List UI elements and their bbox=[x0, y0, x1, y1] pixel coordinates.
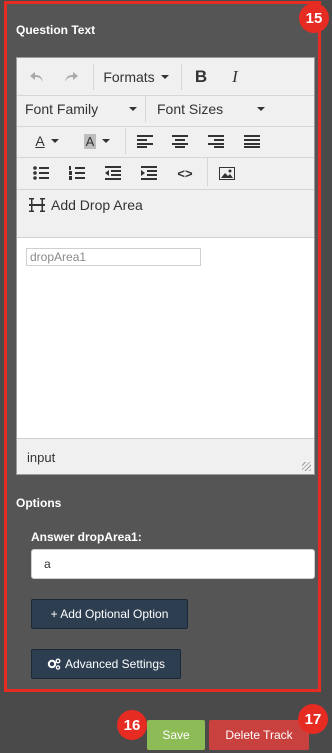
bullet-list-icon[interactable] bbox=[29, 162, 53, 184]
element-path: input bbox=[27, 450, 56, 465]
question-text-title: Question Text bbox=[16, 23, 96, 37]
chevron-down-icon bbox=[160, 75, 169, 79]
formats-dropdown[interactable]: Formats bbox=[101, 66, 171, 88]
chevron-down-icon bbox=[102, 139, 111, 143]
gears-icon bbox=[47, 658, 61, 670]
align-left-icon[interactable] bbox=[133, 130, 157, 152]
align-center-icon[interactable] bbox=[168, 130, 192, 152]
options-title: Options bbox=[16, 496, 62, 510]
font-sizes-dropdown[interactable]: Font Sizes bbox=[157, 98, 265, 120]
font-color-icon: A bbox=[35, 133, 45, 149]
answer-input[interactable]: a bbox=[31, 549, 315, 579]
code-icon[interactable]: <> bbox=[173, 162, 197, 184]
chevron-down-icon bbox=[129, 107, 137, 111]
editor-statusbar: input bbox=[17, 438, 314, 474]
numbered-list-icon[interactable] bbox=[65, 162, 89, 184]
font-color-button[interactable]: A bbox=[27, 130, 67, 152]
align-right-icon[interactable] bbox=[204, 130, 228, 152]
chevron-down-icon bbox=[257, 107, 265, 111]
callout-badge-17: 17 bbox=[298, 704, 328, 734]
undo-icon[interactable] bbox=[25, 66, 49, 88]
save-button[interactable]: Save bbox=[147, 720, 205, 750]
formats-label: Formats bbox=[103, 69, 155, 85]
resize-handle-icon[interactable] bbox=[302, 462, 311, 471]
indent-icon[interactable] bbox=[137, 162, 161, 184]
background-color-button[interactable]: A bbox=[77, 130, 117, 152]
editor-toolbar: Formats B I Font Family Font Sizes A A <… bbox=[17, 58, 314, 238]
redo-icon[interactable] bbox=[59, 66, 83, 88]
font-sizes-label: Font Sizes bbox=[157, 101, 224, 117]
align-justify-icon[interactable] bbox=[240, 130, 264, 152]
add-drop-area-label: Add Drop Area bbox=[51, 197, 143, 213]
answer-label: Answer dropArea1: bbox=[31, 530, 142, 544]
drop-area-field[interactable]: dropArea1 bbox=[26, 248, 201, 266]
callout-badge-16: 16 bbox=[117, 710, 147, 740]
rich-text-editor[interactable]: Formats B I Font Family Font Sizes A A <… bbox=[16, 57, 315, 475]
image-icon[interactable] bbox=[215, 162, 239, 184]
font-family-dropdown[interactable]: Font Family bbox=[25, 98, 137, 120]
outdent-icon[interactable] bbox=[101, 162, 125, 184]
background-color-icon: A bbox=[83, 133, 97, 149]
drop-area-icon bbox=[29, 198, 45, 212]
chevron-down-icon bbox=[50, 139, 59, 143]
font-family-label: Font Family bbox=[25, 101, 99, 117]
advanced-settings-label: Advanced Settings bbox=[64, 657, 166, 671]
add-optional-option-button[interactable]: + Add Optional Option bbox=[31, 599, 188, 629]
delete-track-button[interactable]: Delete Track bbox=[209, 720, 309, 750]
advanced-settings-button[interactable]: Advanced Settings bbox=[31, 649, 181, 679]
bold-button[interactable]: B bbox=[189, 66, 213, 88]
add-drop-area-button[interactable]: Add Drop Area bbox=[29, 194, 159, 216]
callout-badge-15: 15 bbox=[299, 3, 329, 33]
italic-button[interactable]: I bbox=[223, 66, 247, 88]
